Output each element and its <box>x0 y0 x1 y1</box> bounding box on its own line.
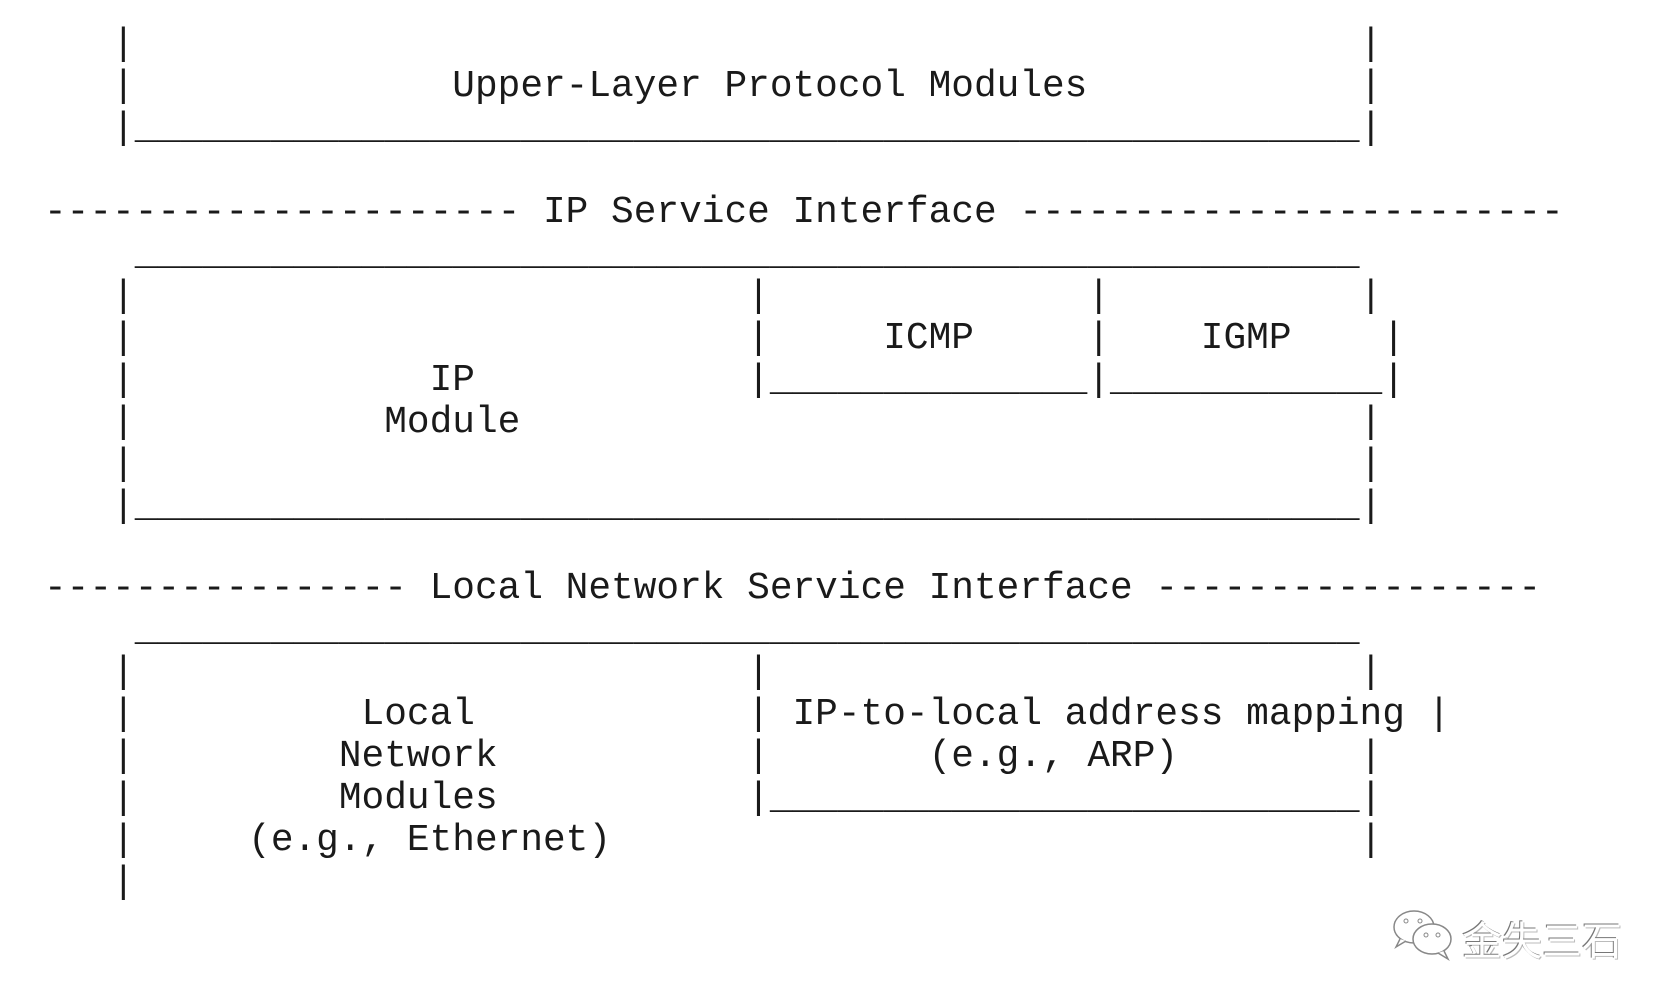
local-network-row-1: | | | <box>44 652 1383 694</box>
wechat-icon <box>1390 905 1456 971</box>
ip-module-row-1: | | | | <box>44 276 1383 318</box>
local-network-box-top: ________________________________________… <box>44 610 1360 652</box>
local-address-mapping-row: | Local | IP-to-local address mapping | <box>44 694 1451 736</box>
watermark: 金失三石 <box>1390 905 1622 971</box>
ip-service-interface-line: --------------------- IP Service Interfa… <box>44 192 1564 234</box>
upper-layer-box-top: | | <box>44 24 1383 66</box>
ip-module-box-bottom: |_______________________________________… <box>44 486 1383 528</box>
network-arp-row: | Network | (e.g., ARP) | <box>44 736 1383 778</box>
upper-layer-box-bottom: |_______________________________________… <box>44 108 1383 150</box>
module-label-row: | Module | <box>44 402 1383 444</box>
ip-module-row-5: | | <box>44 444 1383 486</box>
modules-row: | Modules |__________________________| <box>44 778 1383 820</box>
watermark-text: 金失三石 <box>1462 919 1622 965</box>
ip-label-row: | IP |______________|____________| <box>44 360 1405 402</box>
local-network-service-interface-line: ---------------- Local Network Service I… <box>44 568 1542 610</box>
ethernet-row: | (e.g., Ethernet) | <box>44 820 1383 862</box>
ip-module-box-top: ________________________________________… <box>44 234 1360 276</box>
icmp-igmp-label-row: | | ICMP | IGMP | <box>44 318 1405 360</box>
local-network-box-tail: | <box>44 862 135 904</box>
upper-layer-box-label: | Upper-Layer Protocol Modules | <box>44 66 1383 108</box>
